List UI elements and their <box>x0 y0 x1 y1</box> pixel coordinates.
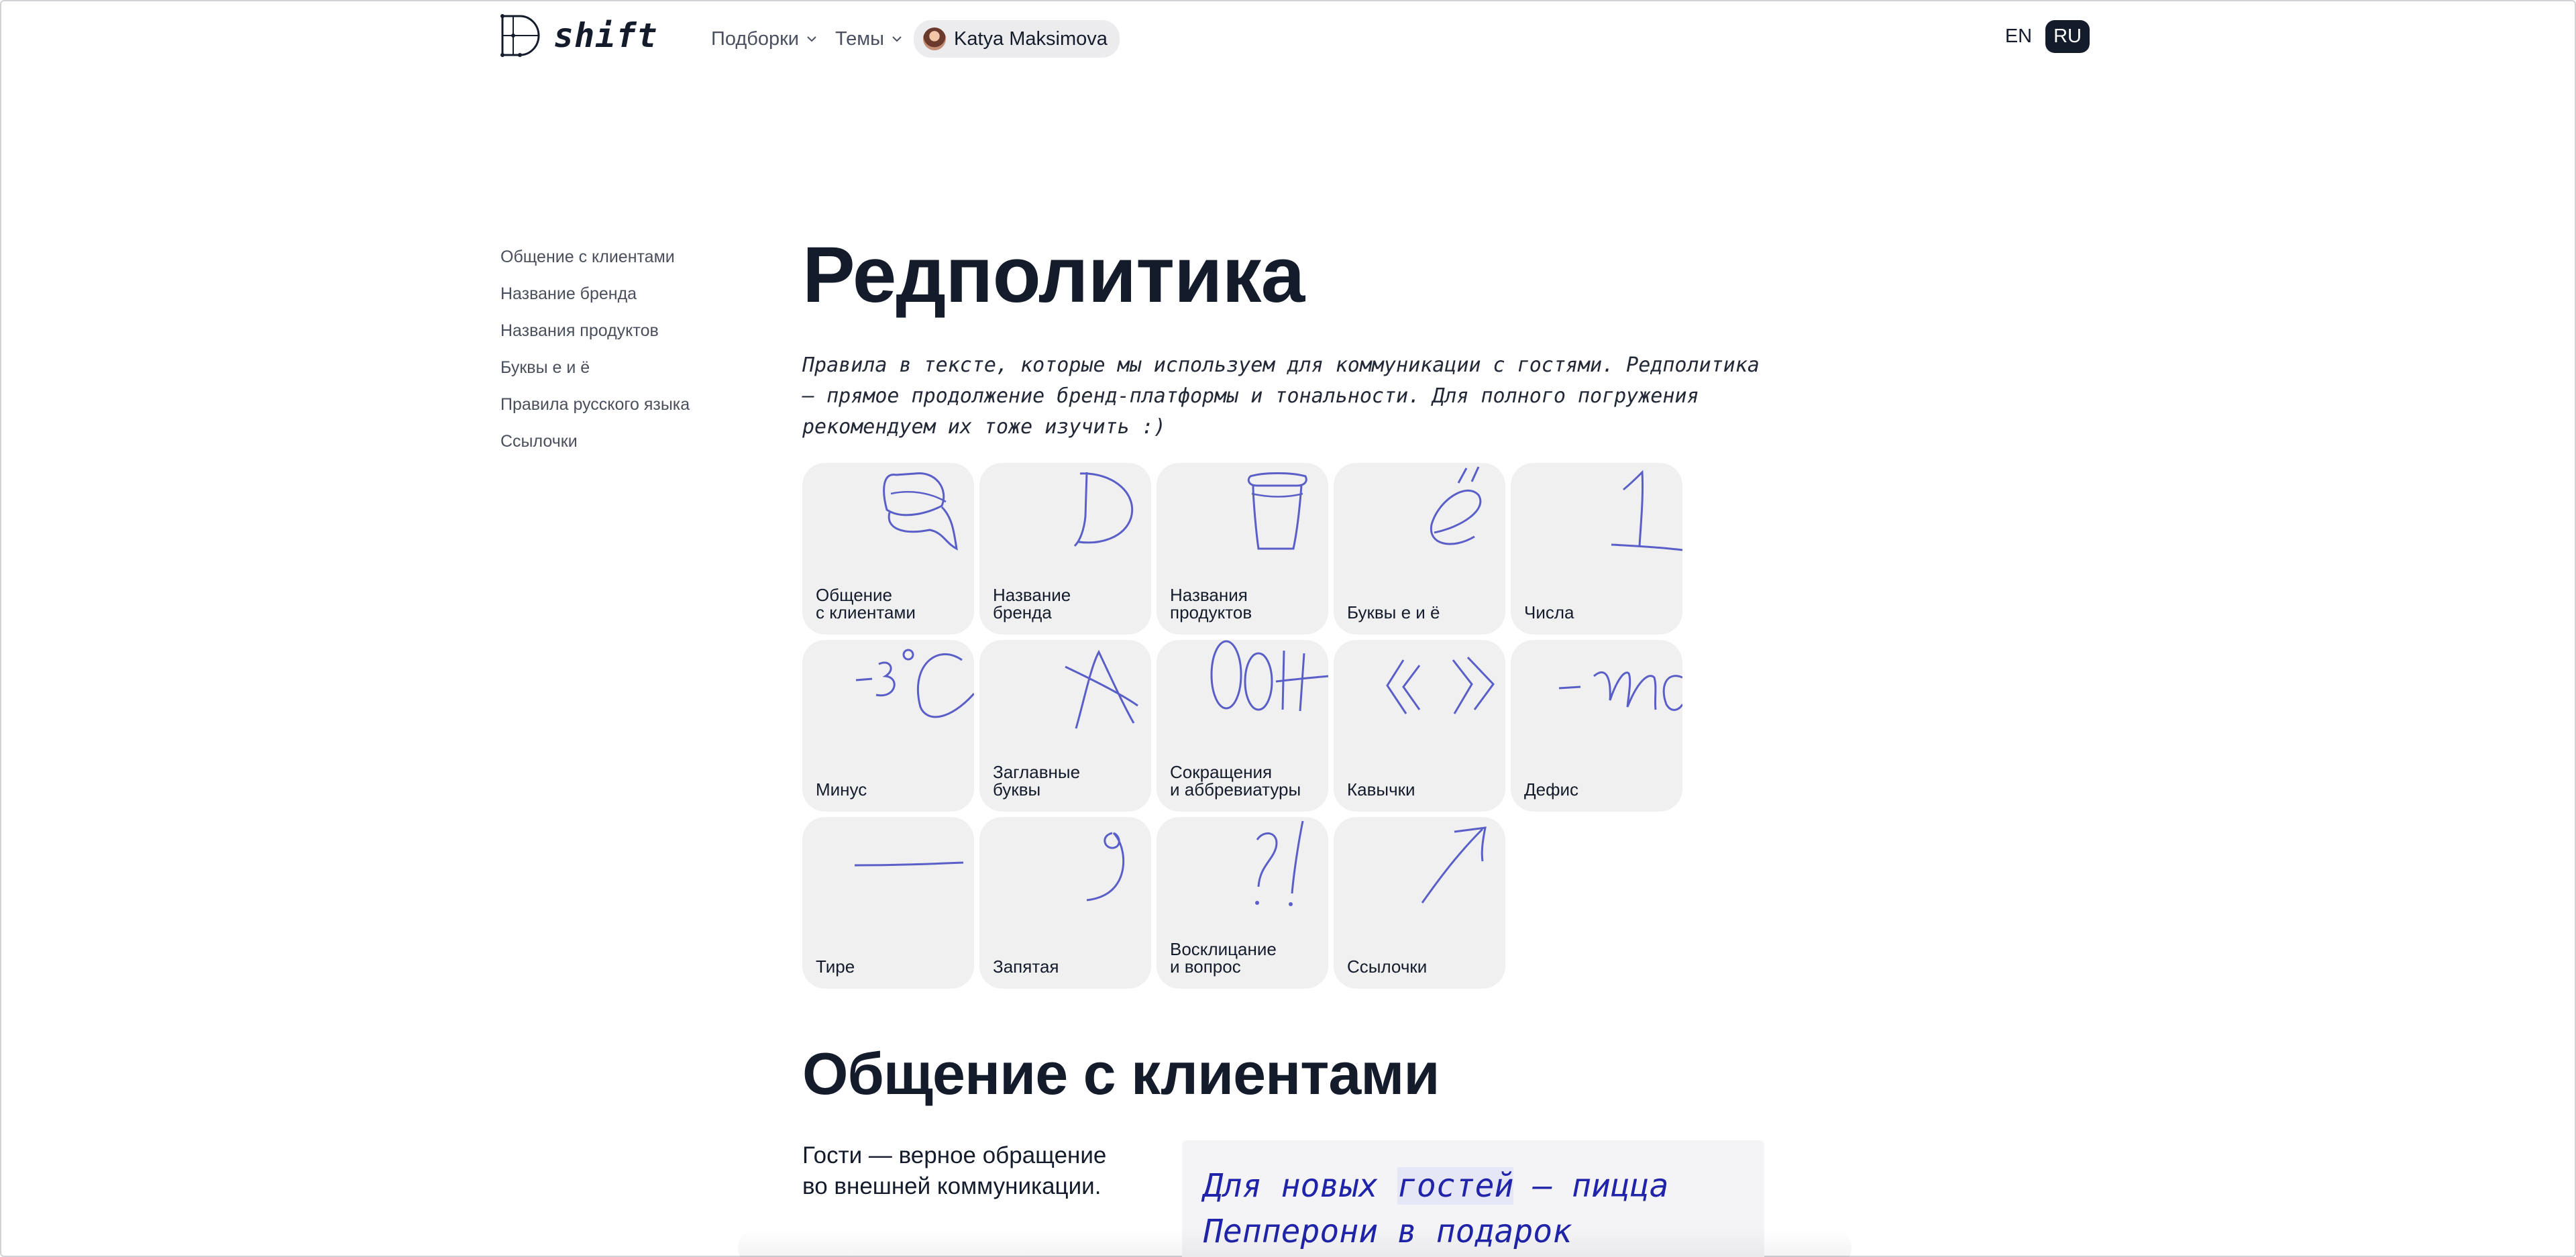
sidebar-item-letters-e-yo[interactable]: Буквы е и ё <box>500 356 690 392</box>
sidebar-toc: Общение с клиентами Название бренда Назв… <box>500 245 690 466</box>
card-numbers[interactable]: Числа <box>1511 463 1682 635</box>
main-nav: Подборки Темы Katya Maksimova <box>711 20 1120 58</box>
card-label: Названия продуктов <box>1170 585 1252 622</box>
sidebar-item-links[interactable]: Ссылочки <box>500 429 690 466</box>
main-content: Редполитика Правила в тексте, которые мы… <box>802 228 1809 1257</box>
card-label: Заглавные буквы <box>993 762 1081 800</box>
user-name: Katya Maksimova <box>954 28 1108 50</box>
card-label: Сокращения и аббревиатуры <box>1170 762 1301 800</box>
topic-cards-grid: Общение с клиентами Название бренда Назв… <box>802 463 1741 999</box>
card-product-names[interactable]: Названия продуктов <box>1157 463 1328 635</box>
page-title: Редполитика <box>802 231 1305 319</box>
chevron-down-icon <box>807 36 816 42</box>
card-minus[interactable]: Минус <box>802 640 974 812</box>
card-capital-letters[interactable]: Заглавные буквы <box>979 640 1151 812</box>
section-title: Общение с клиентами <box>802 1040 1440 1107</box>
card-client-communication[interactable]: Общение с клиентами <box>802 463 974 635</box>
card-label: Тире <box>816 957 855 977</box>
card-label: Кавычки <box>1347 779 1415 800</box>
card-label: Запятая <box>993 957 1059 977</box>
card-label: Восклицание и вопрос <box>1170 939 1277 977</box>
card-links[interactable]: Ссылочки <box>1334 817 1505 989</box>
card-label: Числа <box>1524 602 1574 622</box>
card-label: Буквы е и ё <box>1347 602 1440 622</box>
card-abbreviations[interactable]: Сокращения и аббревиатуры <box>1157 640 1328 812</box>
sidebar-item-russian-rules[interactable]: Правила русского языка <box>500 392 690 429</box>
section-text: Гости — верное обращение во внешней комм… <box>802 1142 1107 1199</box>
user-menu[interactable]: Katya Maksimova <box>914 20 1120 58</box>
bottom-shadow <box>738 1227 1851 1257</box>
sidebar-item-product-names[interactable]: Названия продуктов <box>500 319 690 356</box>
chevron-down-icon <box>892 36 902 42</box>
header: shift Подборки Темы Katya Maksimova EN R… <box>500 12 2090 66</box>
nav-collections[interactable]: Подборки <box>711 28 818 50</box>
sidebar-item-client-communication[interactable]: Общение с клиентами <box>500 245 690 282</box>
card-exclamation-question[interactable]: Восклицание и вопрос <box>1157 817 1328 989</box>
logo-text: shift <box>553 16 658 55</box>
card-label: Общение с клиентами <box>816 585 916 622</box>
card-letters-e-yo[interactable]: Буквы е и ё <box>1334 463 1505 635</box>
card-label: Дефис <box>1524 779 1578 800</box>
logo[interactable]: shift <box>500 13 658 58</box>
card-hyphen[interactable]: Дефис <box>1511 640 1682 812</box>
card-label: Ссылочки <box>1347 957 1428 977</box>
card-quotes[interactable]: Кавычки <box>1334 640 1505 812</box>
card-label: Минус <box>816 779 867 800</box>
intro-text: Правила в тексте, которые мы используем … <box>802 353 1760 439</box>
card-dash[interactable]: Тире <box>802 817 974 989</box>
nav-topics-label: Темы <box>835 28 885 50</box>
lang-en-button[interactable]: EN <box>1998 20 2039 53</box>
lang-ru-button[interactable]: RU <box>2045 20 2090 53</box>
language-switcher: EN RU <box>1998 20 2090 53</box>
card-label: Название бренда <box>993 585 1071 622</box>
sidebar-item-brand-name[interactable]: Название бренда <box>500 282 690 319</box>
logo-mark-icon <box>500 14 540 57</box>
nav-collections-label: Подборки <box>711 28 800 50</box>
card-comma[interactable]: Запятая <box>979 817 1151 989</box>
card-brand-name[interactable]: Название бренда <box>979 463 1151 635</box>
avatar <box>923 28 947 50</box>
example-text-before: Для новых <box>1203 1167 1397 1205</box>
nav-topics[interactable]: Темы <box>835 28 903 50</box>
example-highlight: гостей <box>1397 1167 1514 1205</box>
